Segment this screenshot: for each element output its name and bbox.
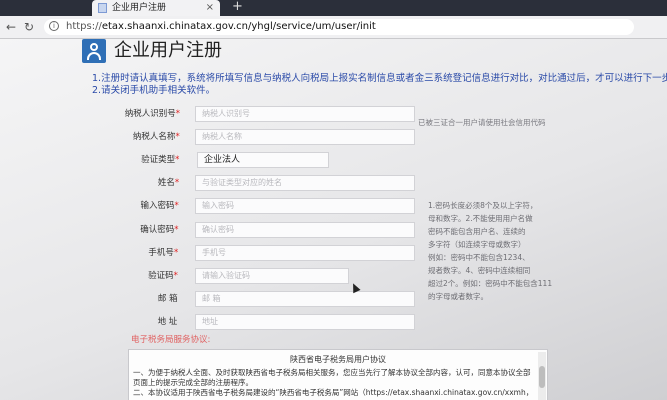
password-rule-line: 的字母或者数字。 — [428, 292, 488, 301]
required-mark: * — [173, 271, 178, 281]
field-input[interactable]: 纳税人识别号 — [195, 106, 415, 122]
field-label: 验证类型* — [141, 155, 180, 165]
new-tab-button[interactable]: + — [232, 0, 243, 14]
url-field[interactable]: i https://etax.shaanxi.chinatax.gov.cn/y… — [44, 19, 634, 35]
field-label: 手机号* — [148, 248, 179, 258]
agreement-section-title: 电子税务局服务协议: — [131, 335, 211, 345]
field-input[interactable]: 输入密码 — [195, 198, 415, 214]
required-mark: * — [174, 201, 179, 211]
field-input[interactable]: 请输入验证码 — [195, 268, 349, 284]
field-input[interactable]: 与验证类型对应的姓名 — [195, 175, 415, 191]
field-input[interactable]: 手机号 — [195, 245, 415, 261]
site-info-icon[interactable]: i — [49, 21, 59, 31]
password-rules: 1.密码长度必须8个及以上字符， 母和数字。2.不能使用用户名做 密码不能包含用户名… — [428, 199, 578, 303]
password-rule-line: 多字符（如连续字母或数字） — [428, 240, 526, 249]
field-label: 纳税人名称* — [132, 132, 180, 142]
required-mark: * — [173, 248, 179, 258]
tab-close-icon[interactable]: × — [206, 0, 214, 16]
browser-tab[interactable]: 企业用户注册 × — [92, 0, 220, 16]
page-title: 企业用户注册 — [114, 40, 222, 61]
required-mark: * — [175, 155, 180, 165]
agreement-box[interactable]: 陕西省电子税务局用户协议 一、为便于纳税人全面、及时获取陕西省电子税务局相关服务… — [128, 349, 548, 400]
required-mark: * — [174, 178, 180, 188]
password-rule-line: 超过2个。例如：密码中不能包含111 — [428, 279, 553, 288]
page-favicon-icon — [98, 3, 107, 13]
agreement-paragraph: 二、本协议适用于陕西省电子税务局建设的“陕西省电子税务局”网站（https://… — [133, 388, 531, 397]
required-mark: * — [175, 109, 180, 119]
agreement-scrollbar[interactable] — [538, 352, 546, 400]
field-label: 输入密码* — [140, 201, 179, 211]
field-input[interactable]: 确认密码 — [195, 222, 415, 238]
field-input[interactable]: 纳税人名称 — [195, 129, 415, 145]
url-text: https://etax.shaanxi.chinatax.gov.cn/yhg… — [66, 21, 376, 32]
address-bar: ← ↻ i https://etax.shaanxi.chinatax.gov.… — [0, 16, 667, 39]
password-rule-line: 1.密码长度必须8个及以上字符， — [428, 201, 538, 210]
agreement-paragraph: 页面上的提示完成全部的注册程序。 — [133, 378, 253, 387]
password-rule-line: 例如：密码中不能包含1234、 — [428, 253, 530, 262]
notice-1: 1.注册时请认真填写，系统将所填写信息与纳税人向税局上报实名制信息或者金三系统登… — [92, 73, 667, 84]
field-label: 验证码* — [148, 271, 178, 281]
password-rule-line: 规者数字。4、密码中连续相同 — [428, 266, 531, 275]
password-rule-line: 密码不能包含用户名、连续的 — [428, 227, 526, 236]
notice-2: 2.请关闭手机助手相关软件。 — [92, 85, 216, 96]
page-content: 企业用户注册 1.注册时请认真填写，系统将所填写信息与纳税人向税局上报实名制信息… — [0, 39, 667, 400]
field-label: 确认密码* — [140, 225, 179, 235]
field-input[interactable]: 企业法人 — [197, 152, 329, 168]
field-label: 纳税人识别号* — [124, 109, 180, 119]
tab-title: 企业用户注册 — [112, 3, 167, 13]
required-mark: * — [174, 225, 179, 235]
reload-button[interactable]: ↻ — [24, 18, 34, 36]
user-icon — [82, 39, 106, 63]
field-label: 姓名* — [157, 178, 180, 188]
agreement-paragraph: 一、为便于纳税人全面、及时获取陕西省电子税务局相关服务，您应当先行了解本协议全部… — [133, 368, 531, 377]
browser-titlebar: 企业用户注册 × + — [0, 0, 667, 16]
taxpayer-id-hint: 已被三证合一用户请使用社会信用代码 — [418, 118, 546, 127]
field-input[interactable]: 邮 箱 — [195, 291, 415, 307]
password-rule-line: 母和数字。2.不能使用用户名做 — [428, 214, 533, 223]
agreement-doc-title: 陕西省电子税务局用户协议 — [290, 355, 386, 364]
back-button[interactable]: ← — [6, 18, 16, 36]
field-label: 地 址 — [157, 317, 178, 327]
field-label: 邮 箱 — [157, 294, 178, 304]
required-mark: * — [175, 132, 180, 142]
field-input[interactable]: 地址 — [195, 314, 415, 330]
